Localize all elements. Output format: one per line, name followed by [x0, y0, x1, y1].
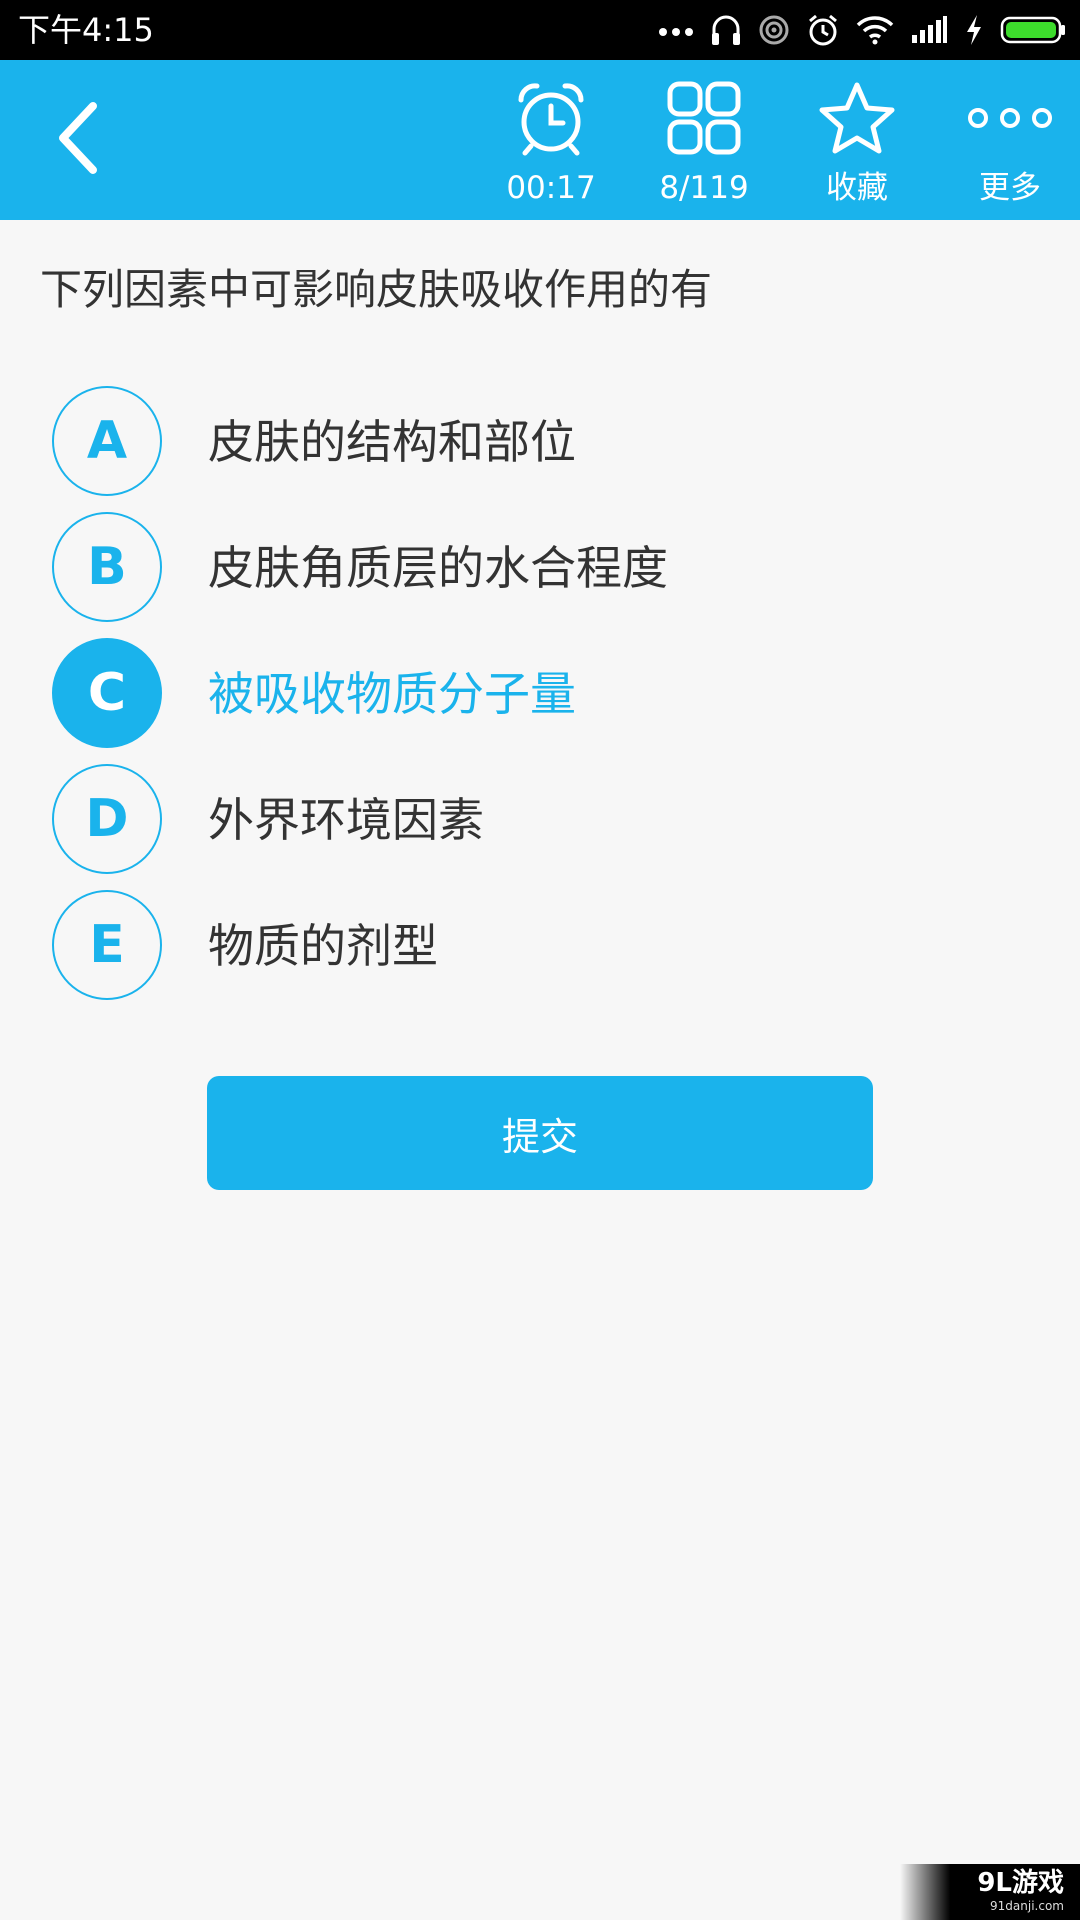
hotspot-icon	[758, 14, 790, 46]
option-letter: B	[52, 512, 162, 622]
favorite-button[interactable]: 收藏	[787, 70, 927, 215]
back-button[interactable]	[28, 90, 128, 190]
progress-label: 8/119	[659, 170, 749, 206]
star-icon	[787, 70, 927, 165]
option-a[interactable]: A 皮肤的结构和部位	[52, 386, 1012, 502]
option-letter: E	[52, 890, 162, 1000]
option-c[interactable]: C 被吸收物质分子量	[52, 638, 1012, 754]
status-icons	[658, 8, 1066, 52]
option-letter: D	[52, 764, 162, 874]
watermark-main: 9L游戏	[977, 1868, 1064, 1898]
option-d[interactable]: D 外界环境因素	[52, 764, 1012, 880]
option-text: 皮肤角质层的水合程度	[208, 541, 668, 595]
signal-icon	[910, 15, 948, 45]
alarm-icon	[806, 13, 840, 47]
timer-button[interactable]: 00:17	[481, 70, 621, 215]
battery-icon	[1000, 15, 1066, 45]
three-dots-icon	[940, 70, 1080, 165]
option-text: 物质的剂型	[208, 919, 438, 973]
option-text: 皮肤的结构和部位	[208, 415, 576, 469]
option-letter: C	[52, 638, 162, 748]
option-e[interactable]: E 物质的剂型	[52, 890, 1012, 1006]
more-dots-icon	[658, 24, 694, 36]
headset-icon	[710, 13, 742, 47]
submit-button[interactable]: 提交	[207, 1076, 873, 1190]
option-text: 被吸收物质分子量	[208, 667, 576, 721]
favorite-label: 收藏	[826, 170, 888, 206]
option-b[interactable]: B 皮肤角质层的水合程度	[52, 512, 1012, 628]
grid-icon	[634, 70, 774, 165]
toolbar: 00:17 8/119 收藏 更多	[0, 60, 1080, 220]
watermark-logo: 9L游戏 91danji.com	[900, 1864, 1080, 1920]
option-text: 外界环境因素	[208, 793, 484, 847]
more-label: 更多	[979, 170, 1041, 206]
more-button[interactable]: 更多	[940, 70, 1080, 215]
timer-label: 00:17	[506, 170, 596, 206]
status-time: 下午4:15	[18, 11, 154, 49]
option-letter: A	[52, 386, 162, 496]
charging-icon	[964, 14, 984, 46]
progress-button[interactable]: 8/119	[634, 70, 774, 215]
watermark-sub: 91danji.com	[990, 1899, 1064, 1913]
wifi-icon	[856, 15, 894, 45]
alarm-clock-icon	[481, 70, 621, 165]
question-text: 下列因素中可影响皮肤吸收作用的有	[40, 265, 713, 314]
status-bar: 下午4:15	[0, 0, 1080, 60]
back-arrow-icon	[53, 100, 103, 180]
